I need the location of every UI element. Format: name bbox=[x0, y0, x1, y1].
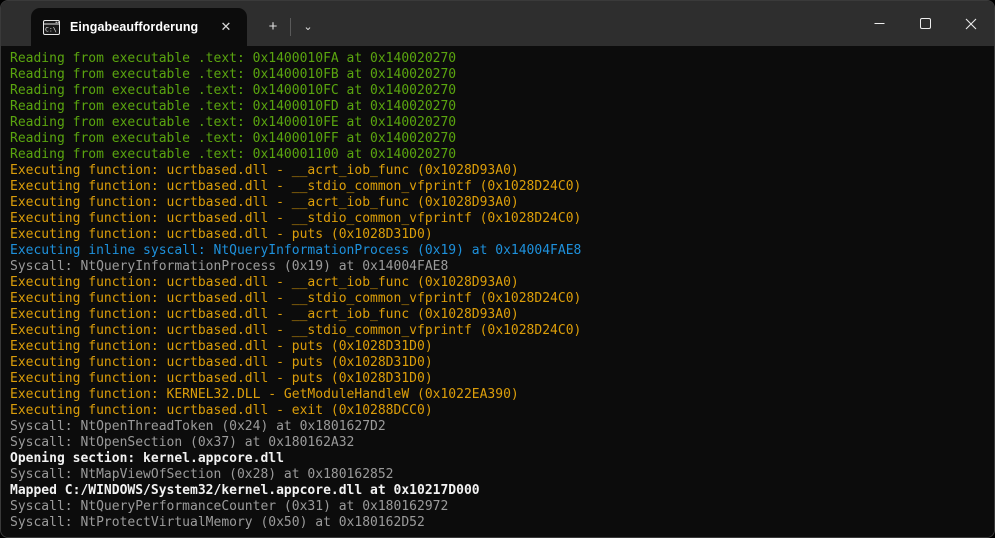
maximize-icon bbox=[920, 18, 931, 29]
tab-dropdown-button[interactable]: ⌄ bbox=[293, 12, 323, 42]
terminal-line: Syscall: NtQueryInformationProcess (0x19… bbox=[10, 259, 990, 275]
maximize-button[interactable] bbox=[902, 1, 948, 46]
terminal-line: Reading from executable .text: 0x1400010… bbox=[10, 99, 990, 115]
terminal-output[interactable]: Reading from executable .text: 0x1400010… bbox=[1, 46, 994, 537]
terminal-line: Syscall: NtOpenThreadToken (0x24) at 0x1… bbox=[10, 419, 990, 435]
cmd-icon-text: C:\ bbox=[45, 25, 57, 33]
terminal-line: Executing function: ucrtbased.dll - puts… bbox=[10, 371, 990, 387]
terminal-line: Executing function: ucrtbased.dll - __st… bbox=[10, 323, 990, 339]
tabbar-divider bbox=[290, 18, 291, 36]
terminal-line: Reading from executable .text: 0x1400010… bbox=[10, 131, 990, 147]
titlebar[interactable]: C:\ Eingabeaufforderung ✕ + ⌄ bbox=[1, 1, 994, 46]
terminal-line: Mapped C:/WINDOWS/System32/kernel.appcor… bbox=[10, 483, 990, 499]
terminal-window: C:\ Eingabeaufforderung ✕ + ⌄ bbox=[0, 0, 995, 538]
terminal-line: Reading from executable .text: 0x1400010… bbox=[10, 83, 990, 99]
terminal-line: Executing function: ucrtbased.dll - __st… bbox=[10, 211, 990, 227]
close-window-button[interactable] bbox=[948, 1, 994, 46]
terminal-line: Executing function: ucrtbased.dll - __ac… bbox=[10, 307, 990, 323]
tab-title: Eingabeaufforderung bbox=[70, 20, 207, 34]
terminal-line: Executing function: ucrtbased.dll - __ac… bbox=[10, 275, 990, 291]
new-tab-button[interactable]: + bbox=[258, 12, 288, 42]
tab-eingabeaufforderung[interactable]: C:\ Eingabeaufforderung ✕ bbox=[31, 8, 247, 46]
terminal-line: Executing function: ucrtbased.dll - __st… bbox=[10, 291, 990, 307]
terminal-line: Syscall: NtMapViewOfSection (0x28) at 0x… bbox=[10, 467, 990, 483]
cmd-prompt-icon: C:\ bbox=[43, 20, 60, 35]
minimize-button[interactable] bbox=[856, 1, 902, 46]
terminal-line: Executing function: ucrtbased.dll - exit… bbox=[10, 403, 990, 419]
terminal-line: Reading from executable .text: 0x1400010… bbox=[10, 67, 990, 83]
terminal-line: Executing function: KERNEL32.DLL - GetMo… bbox=[10, 387, 990, 403]
window-controls bbox=[856, 1, 994, 46]
minimize-icon bbox=[874, 18, 885, 29]
terminal-line: Executing function: ucrtbased.dll - __ac… bbox=[10, 195, 990, 211]
close-icon bbox=[965, 18, 977, 30]
terminal-line: Executing function: ucrtbased.dll - __st… bbox=[10, 179, 990, 195]
terminal-line: Executing function: ucrtbased.dll - puts… bbox=[10, 339, 990, 355]
terminal-line: Executing function: ucrtbased.dll - puts… bbox=[10, 355, 990, 371]
terminal-line: Syscall: NtQueryPerformanceCounter (0x31… bbox=[10, 499, 990, 515]
terminal-line: Syscall: NtProtectVirtualMemory (0x50) a… bbox=[10, 515, 990, 531]
terminal-line: Executing inline syscall: NtQueryInforma… bbox=[10, 243, 990, 259]
terminal-line: Executing function: ucrtbased.dll - __ac… bbox=[10, 163, 990, 179]
terminal-line: Executing function: ucrtbased.dll - puts… bbox=[10, 227, 990, 243]
terminal-line: Reading from executable .text: 0x1400011… bbox=[10, 147, 990, 163]
terminal-line: Opening section: kernel.appcore.dll bbox=[10, 451, 990, 467]
terminal-line: Reading from executable .text: 0x1400010… bbox=[10, 115, 990, 131]
terminal-line: Reading from executable .text: 0x1400010… bbox=[10, 51, 990, 67]
terminal-line: Syscall: NtOpenSection (0x37) at 0x18016… bbox=[10, 435, 990, 451]
tab-close-icon[interactable]: ✕ bbox=[215, 16, 237, 38]
titlebar-drag-region[interactable] bbox=[323, 1, 856, 46]
